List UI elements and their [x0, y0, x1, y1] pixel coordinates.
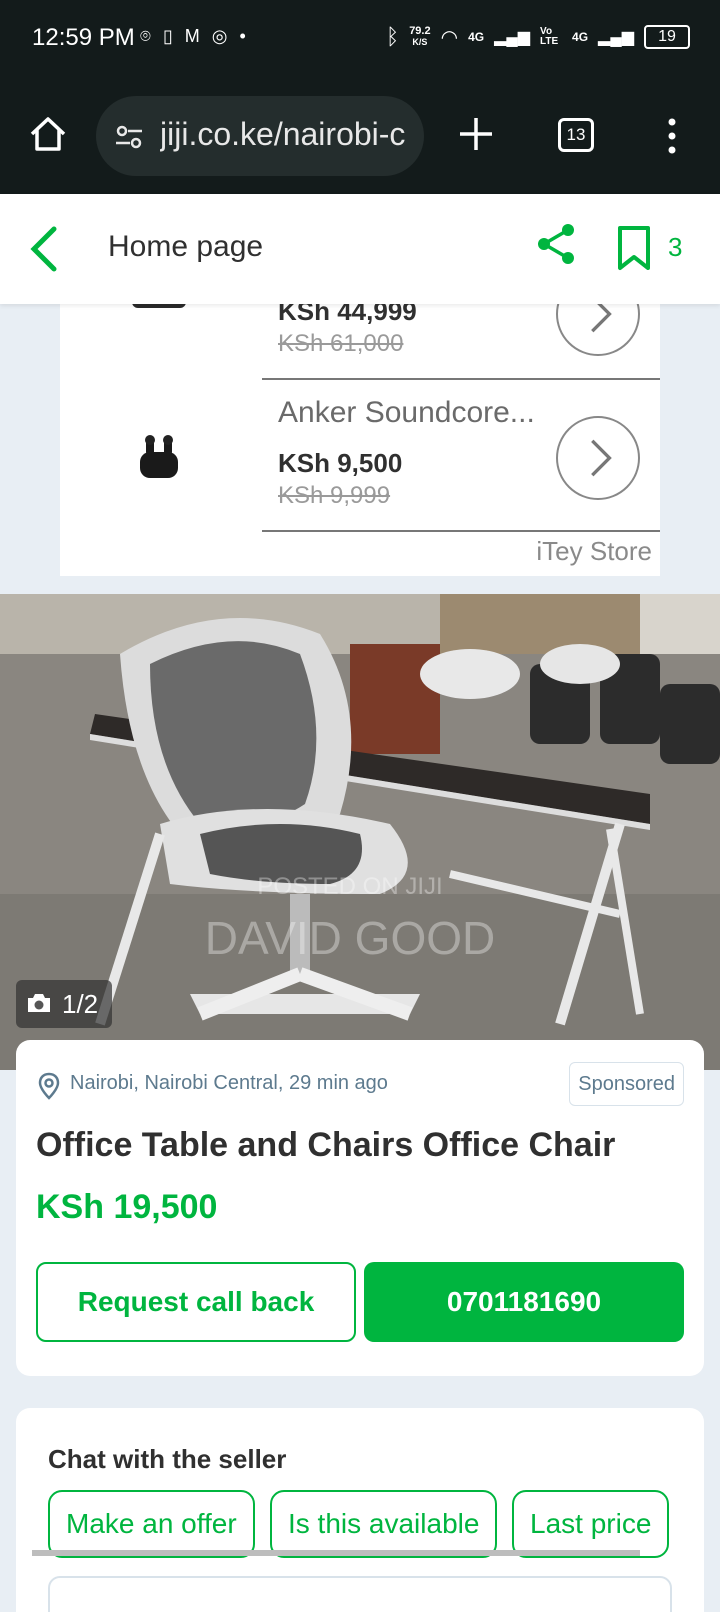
chip-last-price[interactable]: Last price — [512, 1490, 670, 1558]
network-2-label: 4G — [572, 30, 589, 44]
chat-title: Chat with the seller — [48, 1444, 287, 1474]
photo-counter-text: 1/2 — [62, 989, 99, 1019]
home-icon[interactable] — [28, 114, 68, 154]
sponsored-store-block: KSh 44,999 KSh 61,000 Anker Soundcore...… — [60, 284, 660, 576]
notification-icons: ⌾ ▯ M ◎ • — [140, 26, 246, 47]
signal-icon-2: ▂▄▆ — [598, 29, 634, 46]
chip-is-this-available[interactable]: Is this available — [270, 1490, 498, 1558]
address-bar[interactable]: jiji.co.ke/nairobi-c — [96, 96, 424, 176]
status-bar: 12:59 PM ⌾ ▯ M ◎ • ᛒ 79.2 K/S ◠ 4G ▂▄▆ V… — [0, 0, 720, 80]
more-dot-icon: • — [239, 26, 246, 46]
bookmark-icon[interactable] — [614, 224, 654, 272]
signal-icon: ▂▄▆ — [494, 29, 531, 46]
network-1-label: 4G — [468, 30, 485, 44]
watermark-line-2: DAVID GOOD — [205, 912, 496, 964]
tab-count: 13 — [566, 125, 586, 144]
gmail-icon: M — [184, 26, 200, 46]
chat-message-input[interactable] — [48, 1576, 672, 1612]
battery-icon: 19 — [644, 25, 690, 49]
notification-icon: ⌾ — [140, 26, 151, 46]
system-icons: ᛒ 79.2 K/S ◠ 4G ▂▄▆ Vo LTE 4G ▂▄▆ 19 — [386, 24, 690, 50]
divider — [262, 378, 660, 380]
volte-label: Vo LTE — [540, 26, 559, 47]
ad-item-name[interactable]: Anker Soundcore... — [278, 396, 535, 430]
instagram-icon: ◎ — [211, 26, 228, 46]
bookmark-count: 3 — [668, 232, 683, 262]
listing-price: KSh 19,500 — [36, 1188, 218, 1226]
chevron-right-icon[interactable] — [556, 416, 640, 500]
chip-make-an-offer[interactable]: Make an offer — [48, 1490, 255, 1558]
status-time: 12:59 PM — [32, 24, 135, 51]
new-tab-icon[interactable] — [456, 114, 496, 154]
listing-title: Office Table and Chairs Office Chair — [36, 1126, 616, 1164]
earbuds-thumbnail[interactable] — [138, 434, 180, 480]
net-speed-value: 79.2 — [409, 25, 431, 37]
sponsored-badge: Sponsored — [569, 1062, 684, 1106]
divider — [262, 530, 660, 532]
vibrate-icon: ▯ — [162, 26, 173, 46]
net-speed: 79.2 K/S — [409, 26, 430, 48]
photo-counter: 1/2 — [16, 980, 112, 1028]
request-call-back-button[interactable]: Request call back — [36, 1262, 356, 1342]
show-phone-button[interactable]: 0701181690 — [364, 1262, 684, 1342]
camera-icon — [28, 994, 50, 1012]
browser-toolbar: jiji.co.ke/nairobi-c 13 — [0, 80, 720, 194]
location-pin-icon — [38, 1072, 60, 1100]
page-title: Home page — [108, 230, 264, 263]
ad-item-old-price: KSh 9,999 — [278, 482, 391, 509]
watermark-line-1: POSTED ON JIJI — [257, 873, 442, 900]
ad-item-old-price: KSh 61,000 — [278, 330, 404, 357]
app-header: Home page 3 — [0, 194, 720, 304]
site-settings-icon[interactable] — [114, 122, 144, 152]
share-icon[interactable] — [534, 222, 578, 266]
back-arrow-icon[interactable] — [26, 224, 62, 274]
wifi-icon: ◠ — [440, 26, 459, 49]
chat-with-seller-card: Chat with the seller Make an offer Is th… — [16, 1408, 704, 1612]
listing-location: Nairobi, Nairobi Central, 29 min ago — [70, 1072, 388, 1094]
ad-item-price: KSh 9,500 — [278, 448, 403, 478]
bluetooth-icon: ᛒ — [385, 24, 400, 49]
listing-card: Nairobi, Nairobi Central, 29 min ago Spo… — [16, 1040, 704, 1376]
net-speed-unit: K/S — [412, 37, 428, 47]
store-name[interactable]: iTey Store — [536, 536, 652, 567]
url-text[interactable]: jiji.co.ke/nairobi-c — [160, 116, 410, 153]
tab-switcher-button[interactable]: 13 — [558, 118, 594, 152]
quick-replies-scrollbar[interactable] — [32, 1550, 640, 1556]
more-menu-icon[interactable] — [660, 116, 684, 156]
battery-level: 19 — [658, 28, 676, 45]
